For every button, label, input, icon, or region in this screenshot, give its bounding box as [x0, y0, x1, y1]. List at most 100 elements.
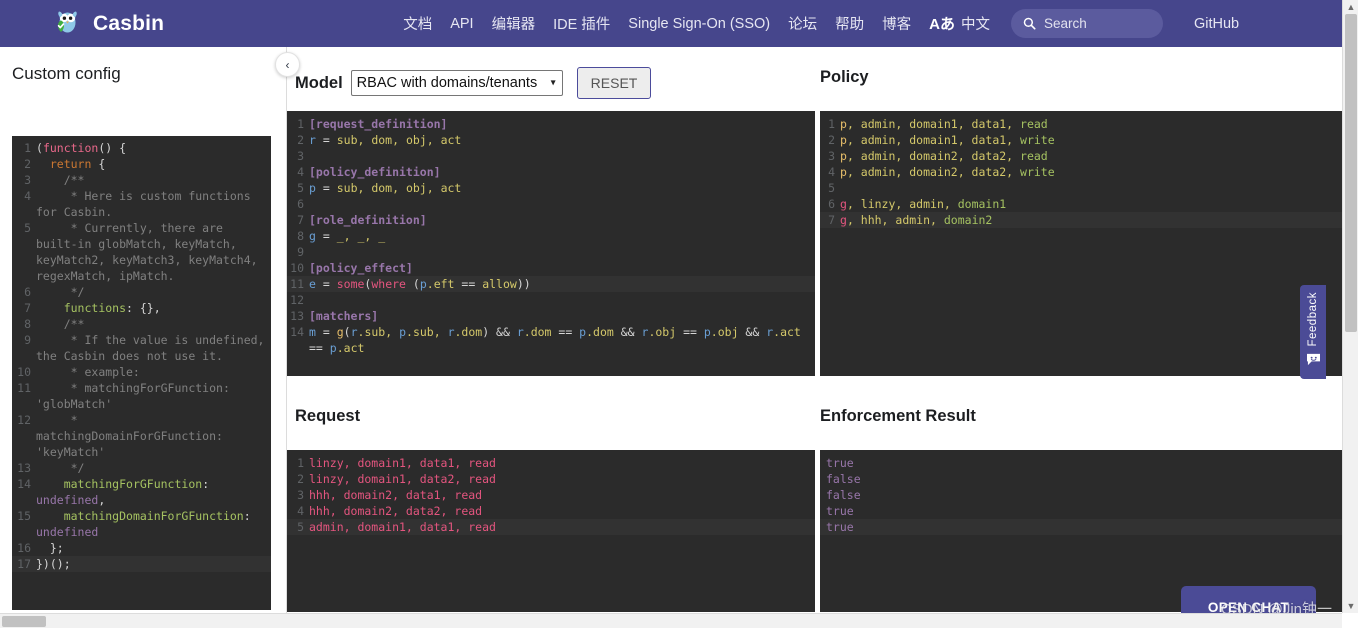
editor-line: 4hhh, domain2, data2, read	[287, 503, 815, 519]
line-code: p = sub, dom, obj, act	[309, 180, 815, 196]
nav-link-api[interactable]: API	[441, 16, 482, 32]
line-number: 2	[287, 471, 309, 487]
line-number: 3	[12, 172, 36, 188]
editor-line: 10 * example:	[12, 364, 271, 380]
line-code: */	[36, 460, 271, 476]
line-code: matchingDomainForGFunction: undefined	[36, 508, 271, 540]
model-editor[interactable]: 1[request_definition]2r = sub, dom, obj,…	[287, 111, 815, 376]
editor-line: 5true	[820, 519, 1342, 535]
editor-line: 3false	[820, 487, 1342, 503]
search-placeholder-text: Search	[1044, 16, 1087, 31]
editor-line: 6 */	[12, 284, 271, 300]
nav-link-help[interactable]: 帮助	[826, 13, 873, 34]
line-code: [matchers]	[309, 308, 815, 324]
search-input[interactable]: Search	[1011, 9, 1163, 38]
page-root: Casbin 文档 API 编辑器 IDE 插件 Single Sign-On …	[0, 0, 1358, 628]
line-code: })();	[36, 556, 271, 572]
line-number: 11	[12, 380, 36, 412]
line-number: 5	[287, 180, 309, 196]
editor-line: 5p = sub, dom, obj, act	[287, 180, 815, 196]
line-code: g, linzy, admin, domain1	[840, 196, 1342, 212]
line-code: g, hhh, admin, domain2	[840, 212, 1342, 228]
line-number: 14	[12, 476, 36, 508]
feedback-tab-button[interactable]: Feedback	[1300, 285, 1326, 379]
line-number: 3	[820, 148, 840, 164]
model-select[interactable]: ACLACL with superuserRBACRBAC with domai…	[351, 70, 563, 96]
editor-line: 4 * Here is custom functions for Casbin.	[12, 188, 271, 220]
line-code: m = g(r.sub, p.sub, r.dom) && r.dom == p…	[309, 324, 815, 356]
casbin-gopher-logo-icon	[52, 9, 82, 39]
reset-button[interactable]: RESET	[577, 67, 652, 99]
policy-editor[interactable]: 1p, admin, domain1, data1, read2p, admin…	[820, 111, 1342, 376]
editor-line: 9	[287, 244, 815, 260]
editor-line: 15 matchingDomainForGFunction: undefined	[12, 508, 271, 540]
editor-line: 8g = _, _, _	[287, 228, 815, 244]
vertical-scrollbar-thumb[interactable]	[1345, 14, 1357, 332]
nav-link-editor[interactable]: 编辑器	[483, 13, 545, 34]
vertical-scrollbar[interactable]: ▲ ▼	[1342, 0, 1358, 613]
line-code: * If the value is undefined, the Casbin …	[36, 332, 271, 364]
editor-line: 8 /**	[12, 316, 271, 332]
scroll-down-arrow-icon[interactable]: ▼	[1343, 599, 1358, 613]
line-number: 9	[287, 244, 309, 260]
line-code: /**	[36, 172, 271, 188]
line-number: 1	[287, 455, 309, 471]
editor-line: 5 * Currently, there are built-in globMa…	[12, 220, 271, 284]
editor-line: 17})();	[12, 556, 271, 572]
line-number: 5	[287, 519, 309, 535]
horizontal-scrollbar-thumb[interactable]	[2, 616, 46, 627]
enforcement-result-title: Enforcement Result	[820, 407, 976, 426]
line-number: 7	[820, 212, 840, 228]
line-number: 13	[287, 308, 309, 324]
line-number: 10	[287, 260, 309, 276]
line-number: 10	[12, 364, 36, 380]
horizontal-scrollbar[interactable]	[0, 613, 1342, 628]
line-code: functions: {},	[36, 300, 271, 316]
scroll-up-arrow-icon[interactable]: ▲	[1343, 0, 1358, 14]
line-code	[309, 196, 815, 212]
line-number: 13	[12, 460, 36, 476]
nav-link-github[interactable]: GitHub	[1185, 16, 1248, 32]
nav-link-docs[interactable]: 文档	[394, 13, 441, 34]
nav-link-blog[interactable]: 博客	[873, 13, 920, 34]
line-number: 17	[12, 556, 36, 572]
line-number: 2	[12, 156, 36, 172]
nav-link-sso[interactable]: Single Sign-On (SSO)	[619, 16, 779, 32]
line-number: 8	[12, 316, 36, 332]
editor-line: 10[policy_effect]	[287, 260, 815, 276]
line-code	[309, 292, 815, 308]
nav-link-forum[interactable]: 论坛	[779, 13, 826, 34]
line-code: p, admin, domain1, data1, write	[840, 132, 1342, 148]
line-code: linzy, domain1, data1, read	[309, 455, 815, 471]
chat-face-icon	[1306, 353, 1321, 366]
custom-config-panel: Custom config 1(function() {2 return {3 …	[0, 47, 287, 628]
editor-line: 3hhh, domain2, data1, read	[287, 487, 815, 503]
line-code: p, admin, domain2, data2, read	[840, 148, 1342, 164]
line-code: (function() {	[36, 140, 271, 156]
custom-config-editor[interactable]: 1(function() {2 return {3 /**4 * Here is…	[12, 136, 271, 610]
editor-line: 14 matchingForGFunction: undefined,	[12, 476, 271, 508]
line-code: false	[820, 487, 1342, 503]
line-number: 6	[287, 196, 309, 212]
request-editor[interactable]: 1linzy, domain1, data1, read2linzy, doma…	[287, 450, 815, 612]
line-number: 12	[12, 412, 36, 460]
line-number: 4	[12, 188, 36, 220]
collapse-sidebar-button[interactable]: ‹	[275, 52, 300, 77]
brand-name: Casbin	[93, 12, 164, 36]
line-code	[840, 180, 1342, 196]
language-glyph-icon: Aあ	[929, 13, 955, 34]
line-number: 5	[820, 180, 840, 196]
line-code: true	[820, 519, 1342, 535]
line-code: e = some(where (p.eft == allow))	[309, 276, 815, 292]
editor-line: 3 /**	[12, 172, 271, 188]
language-switcher[interactable]: Aあ 中文	[920, 13, 999, 34]
editor-line: 2 return {	[12, 156, 271, 172]
line-number: 6	[12, 284, 36, 300]
brand-logo-link[interactable]: Casbin	[52, 9, 164, 39]
model-label: Model	[295, 74, 343, 93]
line-number: 4	[287, 503, 309, 519]
editor-line: 12 * matchingDomainForGFunction: 'keyMat…	[12, 412, 271, 460]
line-code: * example:	[36, 364, 271, 380]
editor-line: 11e = some(where (p.eft == allow))	[287, 276, 815, 292]
nav-link-ide-plugin[interactable]: IDE 插件	[544, 13, 619, 34]
